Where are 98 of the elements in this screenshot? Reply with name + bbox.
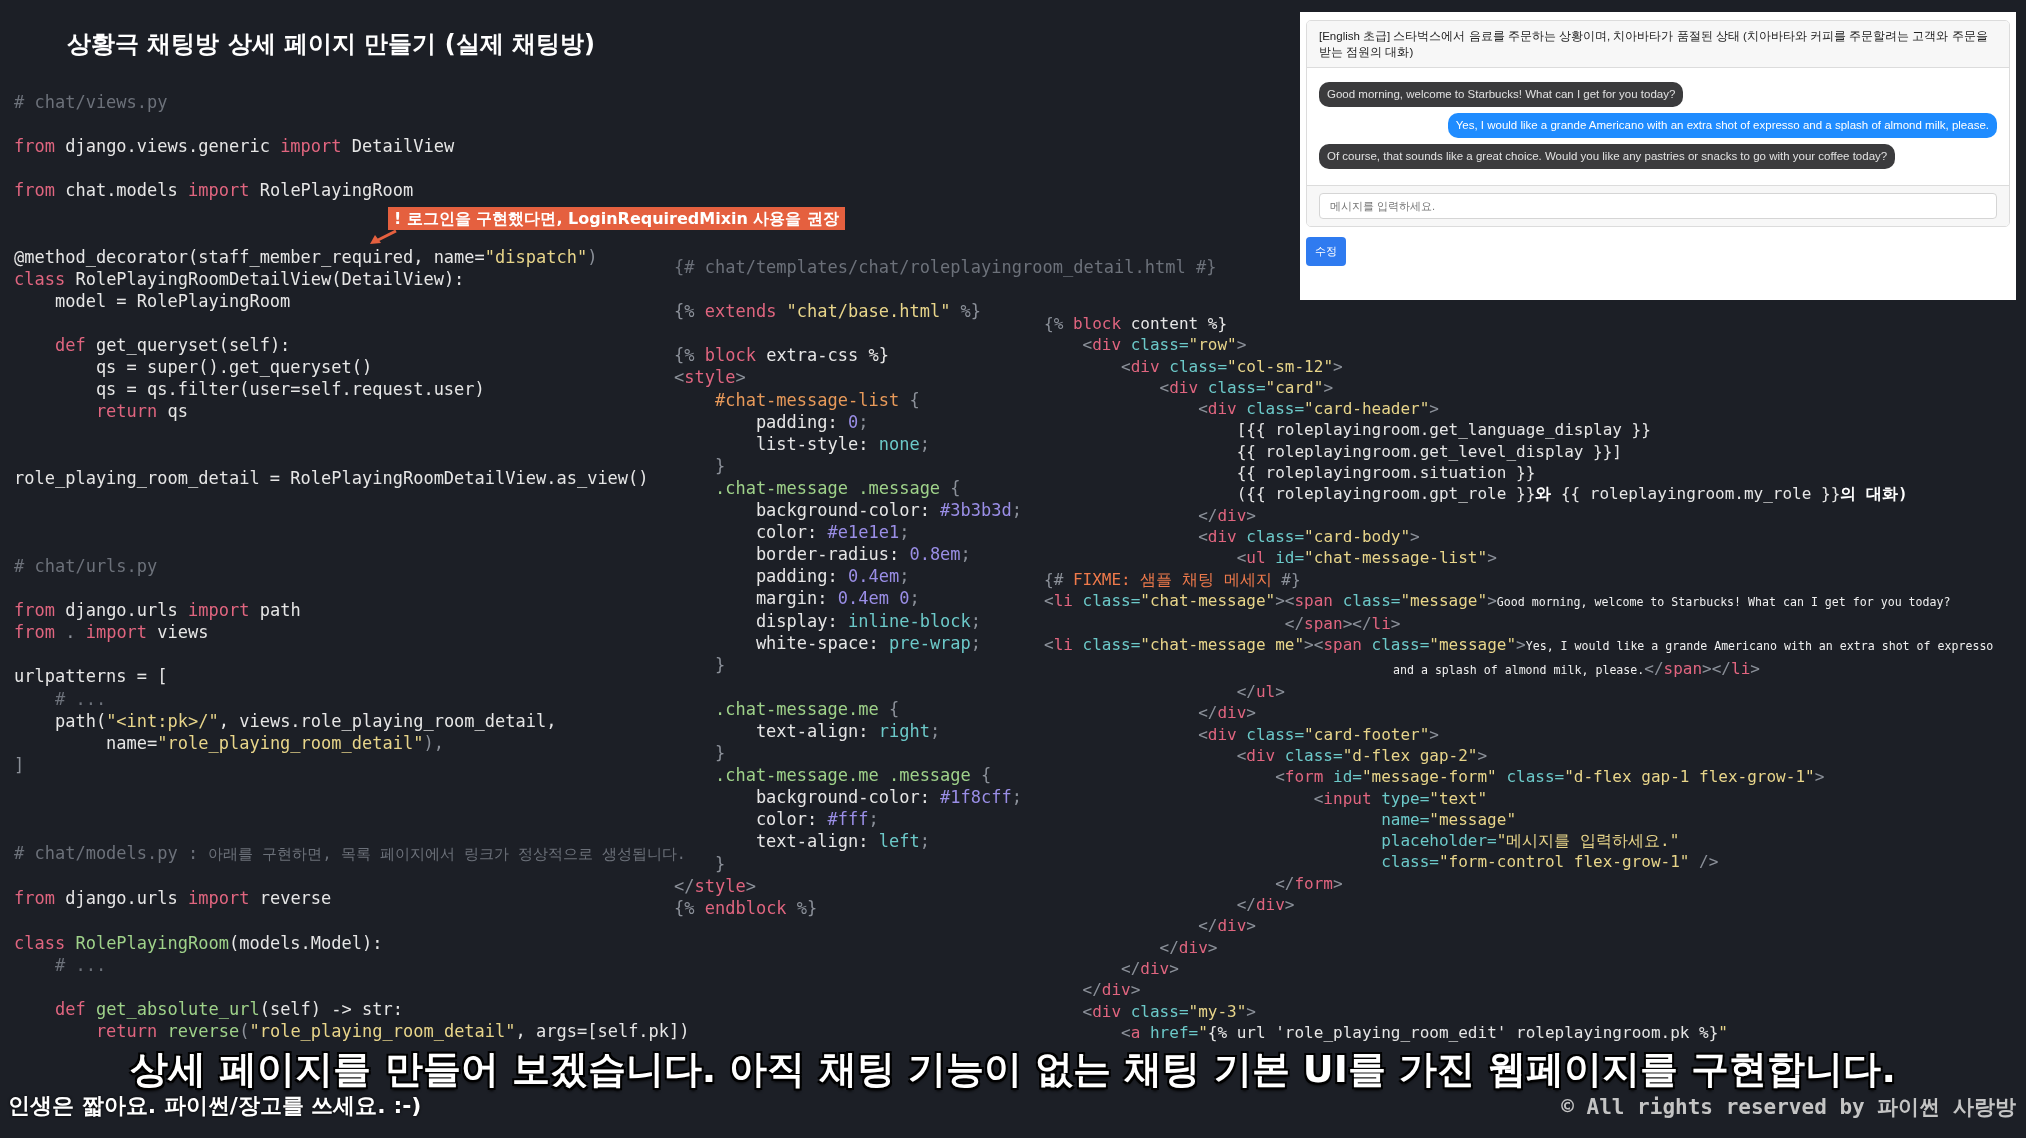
code-line: text-align: left; [754, 830, 930, 853]
code-line: from django.urls import path [14, 599, 301, 622]
code-line: text-align: right; [754, 719, 941, 743]
code-line: <ul id="chat-message-list"> [1235, 547, 1497, 569]
code-line: margin: 0.4em 0; [754, 587, 920, 610]
code-line: return reverse("role_playing_room_detail", args=[self.pk]) [94, 1019, 690, 1043]
code-line: #chat-message-list { [713, 388, 920, 411]
message-input[interactable]: 메시지를 입력하세요. [1319, 193, 1997, 219]
code-line: ] [14, 753, 25, 776]
code-line: </span></li> [1283, 613, 1401, 635]
code-line: def get_queryset(self): [53, 334, 291, 357]
message-bubble: Yes, I would like a grande Americano with an extra shot of expresso and a splash of almond milk, please. [1447, 113, 1997, 138]
code-line: .chat-message.me .message { [713, 764, 992, 787]
code-line: role_playing_room_detail = RolePlayingRoomDetailView.as_view() [14, 466, 649, 489]
code-line: <li class="chat-message me"><span class="message">Yes, I would like a grande Americano with an extra shot of expresso [1044, 634, 1994, 657]
code-line: ({{ roleplayingroom.gpt_role }}와 {{ roleplayingroom.my_role }}의 대화) [1235, 483, 1908, 505]
code-line: <a href="{% url 'role_playing_room_edit' roleplayingroom.pk %}" [1120, 1021, 1728, 1044]
code-line: <div class="card-body"> [1197, 525, 1420, 548]
code-line: </div> [1197, 915, 1256, 937]
code-line: and a splash of almond milk, please.</span></li> [1392, 657, 1760, 680]
code-line: def get_absolute_url(self) -> str: [53, 997, 403, 1020]
slide-title: 상황극 채팅방 상세 페이지 만들기 (실제 채팅방) [67, 29, 596, 60]
code-line: name="role_playing_room_detail"), [105, 731, 444, 754]
code-line: {# FIXME: 샘플 채팅 메세지 #} [1044, 568, 1301, 590]
code-line: placeholder="메시지를 입력하세요." [1380, 830, 1680, 852]
code-line: from . import views [14, 621, 209, 644]
code-line: {% extends "chat/base.html" %} [674, 300, 982, 323]
code-line: {% endblock %} [674, 896, 818, 919]
code-line: {% block content %} [1044, 313, 1228, 335]
code-line: display: inline-block; [754, 609, 982, 632]
code-line: <div class="card-header"> [1197, 398, 1439, 420]
code-line: urlpatterns = [ [14, 665, 168, 688]
code-line: </div> [1197, 702, 1256, 724]
code-line: list-style: none; [754, 432, 930, 455]
code-line: # chat/views.py [14, 91, 168, 114]
code-line: .chat-message .message { [713, 476, 961, 500]
code-line: from django.views.generic import DetailView [14, 135, 455, 158]
code-line: @method_decorator(staff_member_required, name="dispatch") [14, 245, 598, 268]
code-line: background-color: #3b3b3d; [754, 499, 1022, 522]
code-line: class RolePlayingRoomDetailView(DetailView): [14, 267, 465, 290]
code-line: .chat-message.me { [713, 697, 900, 720]
code-line: [{{ roleplayingroom.get_language_display }} [1235, 419, 1651, 441]
code-line: name="message" [1380, 808, 1516, 831]
code-line: <style> [674, 366, 746, 389]
card-header: [English 초급] 스타벅스에서 음료를 주문하는 상황이며, 치아바타가 품절된 상태 (치아바타와 커피를 주문할려는 고객와 주문을 받는 점원의 대화) [1307, 21, 2009, 68]
code-line: # chat/models.py : 아래를 구현하면, 목록 페이지에서 링크가 정상적으로 생성됩니다. [14, 842, 686, 866]
code-line: <div class="d-flex gap-2"> [1235, 744, 1488, 767]
code-line: <input type="text" [1312, 787, 1488, 809]
code-line: {{ roleplayingroom.get_level_display }}] [1235, 440, 1622, 463]
code-line: <form id="message-form" class="d-flex gap-1 flex-grow-1"> [1274, 766, 1825, 788]
code-line: </div> [1235, 894, 1295, 916]
code-line: padding: 0.4em; [754, 565, 910, 588]
code-line: <div class="row"> [1081, 334, 1247, 356]
code-line: </ul> [1235, 681, 1285, 703]
code-line: class RolePlayingRoom(models.Model): [14, 931, 383, 954]
code-line: </div> [1197, 504, 1256, 526]
code-line: } [713, 454, 726, 477]
code-line: border-radius: 0.8em; [754, 543, 971, 566]
code-line: {{ roleplayingroom.situation }} [1235, 462, 1536, 484]
code-line: background-color: #1f8cff; [754, 786, 1022, 809]
message-bubble: Of course, that sounds like a great choice. Would you like any pastries or snacks to go with your coffee today? [1319, 144, 1896, 169]
code-line: white-space: pre-wrap; [754, 631, 982, 654]
subtitle-caption: 상세 페이지를 만들어 보겠습니다. 아직 채팅 기능이 없는 채팅 기본 UI를 가진 웹페이지를 구현합니다. [130, 1047, 1896, 1091]
callout-label: ! 로그인을 구현했다면, LoginRequiredMixin 사용을 권장 [388, 207, 846, 230]
code-line: <div class="card-footer"> [1197, 723, 1439, 745]
callout-arrow [370, 230, 398, 244]
code-line: <li class="chat-message"><span class="message">Good morning, welcome to Starbucks! What can I get for you today? [1044, 589, 1951, 612]
code-line: path("<int:pk>/", views.role_playing_room_detail, [53, 709, 557, 732]
code-line: } [713, 852, 726, 875]
code-line: </div> [1081, 979, 1141, 1001]
code-line: from django.urls import reverse [14, 887, 332, 910]
code-line: </form> [1274, 872, 1343, 894]
copyright-notice: © All rights reserved by 파이썬 사랑방 [1561, 1094, 2016, 1121]
code-line: </style> [674, 874, 756, 897]
code-line: from chat.models import RolePlayingRoom [14, 179, 414, 202]
code-line: </div> [1120, 957, 1179, 980]
message-bubble: Good morning, welcome to Starbucks! What can I get for you today? [1319, 82, 1684, 107]
code-line: model = RolePlayingRoom [53, 289, 291, 312]
code-line: } [713, 653, 726, 676]
edit-button[interactable]: 수정 [1306, 237, 1346, 266]
code-line: # chat/urls.py [14, 554, 158, 578]
code-line: {% block extra-css %} [674, 344, 889, 367]
code-line: <div class="my-3"> [1081, 1000, 1256, 1022]
code-line: return qs [94, 400, 188, 423]
code-line: class="form-control flex-grow-1" /> [1380, 851, 1719, 873]
code-line: <div class="card"> [1158, 376, 1333, 399]
code-line: } [713, 742, 726, 765]
code-line: qs = qs.filter(user=self.request.user) [94, 378, 485, 401]
code-line: </div> [1158, 936, 1218, 958]
code-line: # ... [53, 953, 107, 976]
code-line: color: #e1e1e1; [754, 521, 910, 544]
footer-slogan: 인생은 짧아요. 파이썬/장고를 쓰세요. :-) [8, 1092, 422, 1120]
code-line: qs = super().get_queryset() [94, 356, 373, 379]
code-line: # ... [53, 687, 107, 710]
code-line: color: #fff; [754, 808, 879, 831]
code-line: padding: 0; [754, 410, 869, 433]
code-line: <div class="col-sm-12"> [1120, 355, 1343, 377]
code-line: {# chat/templates/chat/roleplayingroom_detail.html #} [674, 256, 1217, 279]
